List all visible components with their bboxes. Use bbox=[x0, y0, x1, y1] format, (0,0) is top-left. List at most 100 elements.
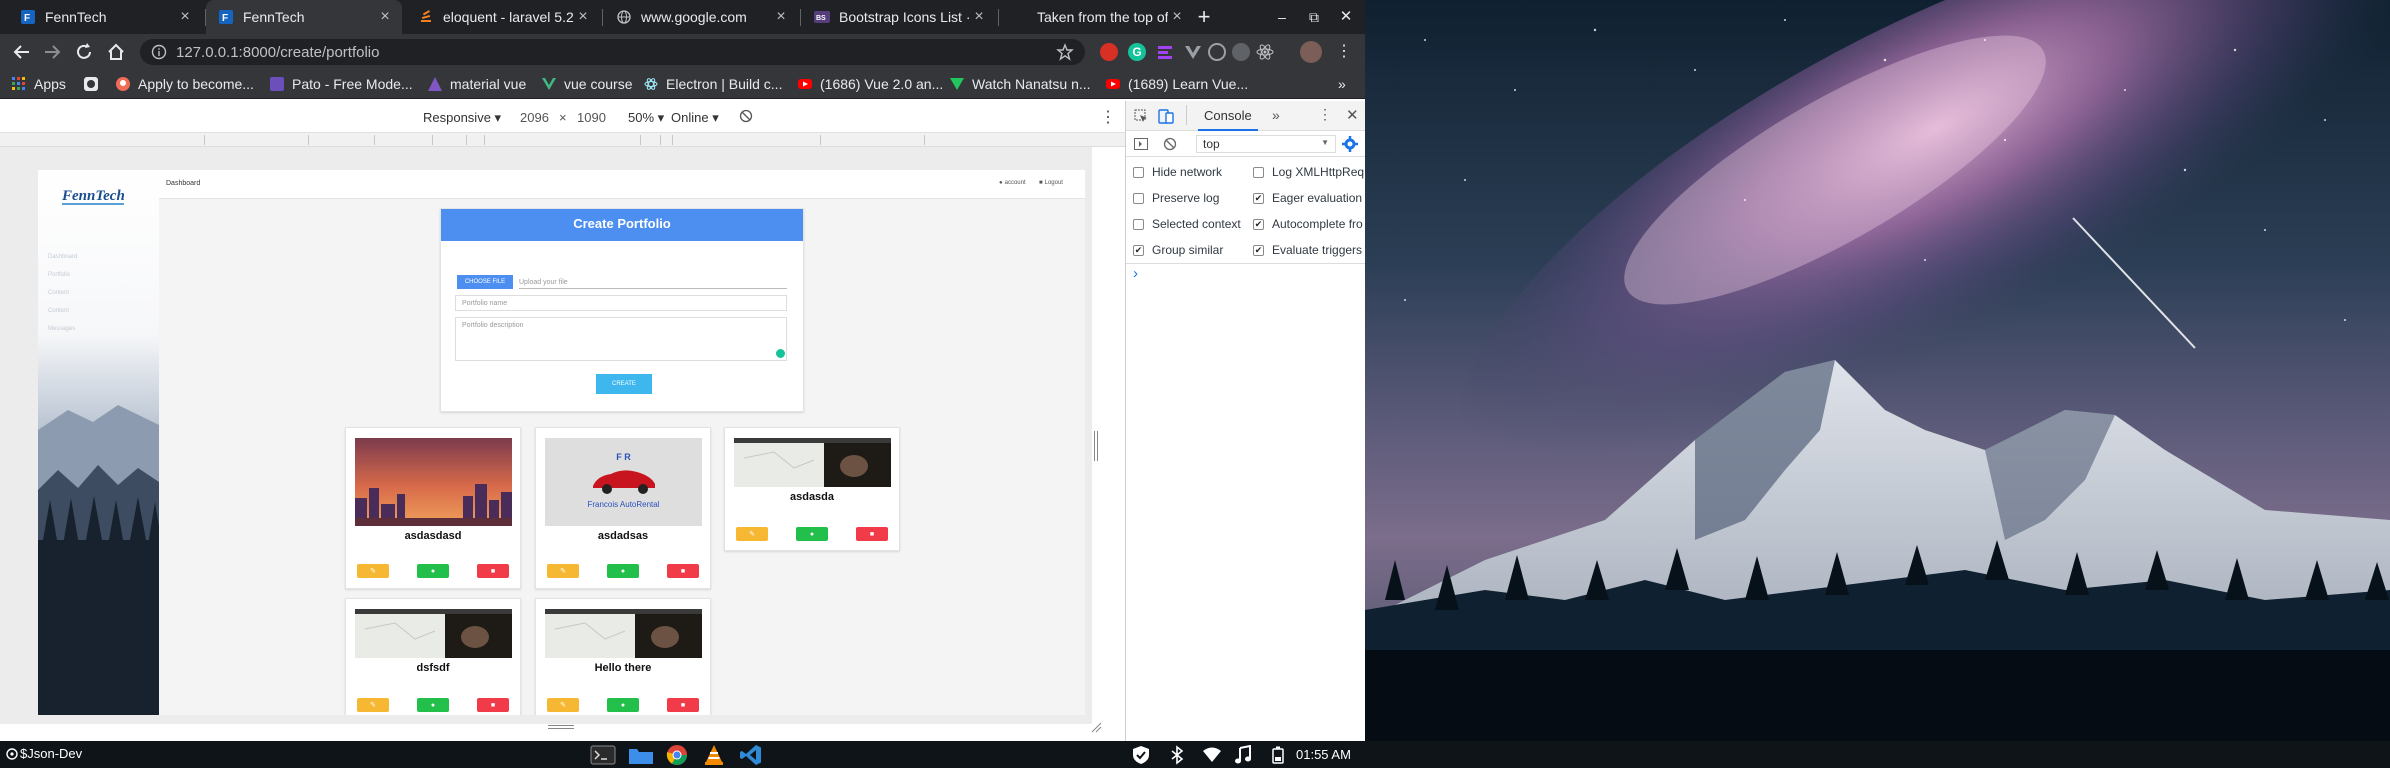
profile-avatar[interactable] bbox=[1300, 41, 1322, 63]
log-xmlhttprequests-option[interactable]: Log XMLHttpReq bbox=[1253, 165, 1364, 179]
tab-taken-from-top[interactable]: Taken from the top of × bbox=[1000, 0, 1194, 34]
checkbox[interactable] bbox=[1133, 218, 1144, 230]
portfolio-description-textarea[interactable]: Portfolio description bbox=[455, 317, 787, 361]
portfolio-name-input[interactable]: Portfolio name bbox=[455, 295, 787, 311]
resize-handle-right[interactable] bbox=[1094, 431, 1098, 461]
bookmark-pocket[interactable] bbox=[84, 72, 106, 96]
vlc-icon[interactable] bbox=[704, 744, 724, 766]
extension-icon-circle[interactable] bbox=[1208, 43, 1226, 61]
checkbox[interactable] bbox=[1253, 166, 1264, 178]
tab-fenntech-1[interactable]: F FennTech × bbox=[8, 0, 202, 34]
back-button[interactable] bbox=[10, 40, 34, 64]
tab-console[interactable]: Console bbox=[1198, 101, 1258, 131]
edit-button[interactable]: ✎ bbox=[547, 564, 579, 578]
more-bookmarks-button[interactable]: » bbox=[1338, 72, 1346, 96]
account-link[interactable]: ● account bbox=[999, 180, 1026, 186]
rotate-icon[interactable] bbox=[739, 109, 753, 123]
autocomplete-option[interactable]: ✔ Autocomplete fro bbox=[1253, 217, 1363, 231]
view-button[interactable]: ● bbox=[607, 698, 639, 712]
close-icon[interactable]: × bbox=[772, 8, 790, 26]
vscode-icon[interactable] bbox=[740, 744, 762, 766]
bookmark-pato[interactable]: Pato - Free Mode... bbox=[270, 72, 413, 96]
context-selector[interactable]: top ▼ bbox=[1196, 135, 1336, 153]
delete-button[interactable]: ■ bbox=[667, 698, 699, 712]
chrome-icon[interactable] bbox=[666, 744, 688, 766]
extension-icon-red[interactable] bbox=[1100, 43, 1118, 61]
bookmark-vue-course[interactable]: vue course bbox=[542, 72, 632, 96]
bookmark-nanatsu[interactable]: Watch Nanatsu n... bbox=[950, 72, 1091, 96]
battery-icon[interactable] bbox=[1272, 746, 1284, 764]
inspect-element-icon[interactable] bbox=[1134, 109, 1148, 123]
view-button[interactable]: ● bbox=[607, 564, 639, 578]
zoom-select[interactable]: 50% ▾ bbox=[628, 110, 664, 126]
device-select[interactable]: Responsive ▾ bbox=[423, 110, 501, 126]
resize-handle-bottom[interactable] bbox=[548, 725, 574, 729]
edit-button[interactable]: ✎ bbox=[547, 698, 579, 712]
vue-devtools-icon[interactable] bbox=[1184, 43, 1202, 61]
sidebar-item-portfolio[interactable]: Portfolio bbox=[48, 272, 70, 278]
files-folder-icon[interactable] bbox=[628, 745, 654, 765]
bookmark-learn-vue[interactable]: (1689) Learn Vue... bbox=[1106, 72, 1248, 96]
bluetooth-icon[interactable] bbox=[1170, 745, 1184, 765]
checkbox-checked[interactable]: ✔ bbox=[1253, 192, 1264, 204]
sidebar-item-messages[interactable]: Messages bbox=[48, 326, 75, 332]
delete-button[interactable]: ■ bbox=[856, 527, 888, 541]
resize-handle-corner[interactable] bbox=[1090, 721, 1102, 733]
new-tab-button[interactable]: + bbox=[1190, 3, 1218, 31]
checkbox[interactable] bbox=[1133, 166, 1144, 178]
clear-console-icon[interactable] bbox=[1163, 137, 1177, 151]
evaluate-triggers-option[interactable]: ✔ Evaluate triggers bbox=[1253, 243, 1362, 257]
security-shield-icon[interactable] bbox=[1132, 745, 1150, 765]
music-note-icon[interactable] bbox=[1234, 745, 1252, 765]
sidebar-item-content-2[interactable]: Content bbox=[48, 308, 69, 314]
tab-fenntech-2[interactable]: F FennTech × bbox=[206, 0, 402, 34]
info-icon[interactable] bbox=[151, 44, 167, 60]
close-icon[interactable]: × bbox=[1168, 8, 1186, 26]
checkbox-checked[interactable]: ✔ bbox=[1253, 244, 1264, 256]
view-button[interactable]: ● bbox=[417, 698, 449, 712]
sidebar-toggle-icon[interactable] bbox=[1134, 138, 1148, 150]
console-settings-icon[interactable] bbox=[1342, 136, 1358, 152]
extension-icon-purple[interactable] bbox=[1156, 43, 1174, 61]
device-toggle-icon[interactable] bbox=[1158, 108, 1174, 124]
close-window-button[interactable]: ✕ bbox=[1334, 5, 1358, 29]
edit-button[interactable]: ✎ bbox=[357, 698, 389, 712]
breadcrumb[interactable]: Dashboard bbox=[166, 180, 200, 187]
delete-button[interactable]: ■ bbox=[667, 564, 699, 578]
close-icon[interactable]: × bbox=[376, 8, 394, 26]
create-button[interactable]: CREATE bbox=[596, 374, 652, 394]
address-bar[interactable]: 127.0.0.1:8000/create/portfolio bbox=[140, 39, 1085, 65]
grammarly-icon[interactable]: G bbox=[1128, 43, 1146, 61]
device-toolbar-menu-icon[interactable]: ⋮ bbox=[1100, 107, 1116, 127]
edit-button[interactable]: ✎ bbox=[736, 527, 768, 541]
forward-button[interactable] bbox=[40, 40, 64, 64]
wifi-icon[interactable] bbox=[1202, 746, 1222, 764]
file-path-input[interactable]: Upload your file bbox=[519, 275, 787, 289]
bookmark-vue-youtube[interactable]: (1686) Vue 2.0 an... bbox=[798, 72, 943, 96]
tab-eloquent[interactable]: eloquent - laravel 5.2 × bbox=[406, 0, 600, 34]
launcher-button[interactable]: $Json-Dev bbox=[6, 746, 82, 761]
grammarly-icon[interactable] bbox=[776, 349, 785, 358]
edit-button[interactable]: ✎ bbox=[357, 564, 389, 578]
bookmark-material-vue[interactable]: material vue bbox=[428, 72, 526, 96]
close-devtools-icon[interactable]: ✕ bbox=[1346, 106, 1359, 124]
checkbox[interactable] bbox=[1133, 192, 1144, 204]
viewport-width-input[interactable]: 2096 bbox=[520, 110, 549, 125]
more-panels-button[interactable]: » bbox=[1272, 107, 1280, 123]
preserve-log-option[interactable]: Preserve log bbox=[1133, 191, 1219, 205]
eager-evaluation-option[interactable]: ✔ Eager evaluation bbox=[1253, 191, 1362, 205]
clock[interactable]: 01:55 AM bbox=[1296, 747, 1351, 762]
bookmark-apps[interactable]: Apps bbox=[12, 72, 66, 96]
reload-button[interactable] bbox=[72, 40, 96, 64]
choose-file-button[interactable]: CHOOSE FILE bbox=[457, 275, 513, 289]
network-throttle-select[interactable]: Online ▾ bbox=[671, 110, 719, 126]
hide-network-option[interactable]: Hide network bbox=[1133, 165, 1222, 179]
tab-bootstrap-icons[interactable]: BS Bootstrap Icons List · × bbox=[802, 0, 996, 34]
maximize-button[interactable]: ⧉ bbox=[1302, 5, 1326, 29]
react-devtools-icon[interactable] bbox=[1256, 43, 1274, 61]
extension-icon-grey[interactable] bbox=[1232, 43, 1250, 61]
home-button[interactable] bbox=[104, 40, 128, 64]
sidebar-item-content-1[interactable]: Content bbox=[48, 290, 69, 296]
terminal-icon[interactable] bbox=[590, 745, 616, 765]
checkbox-checked[interactable]: ✔ bbox=[1253, 218, 1264, 230]
